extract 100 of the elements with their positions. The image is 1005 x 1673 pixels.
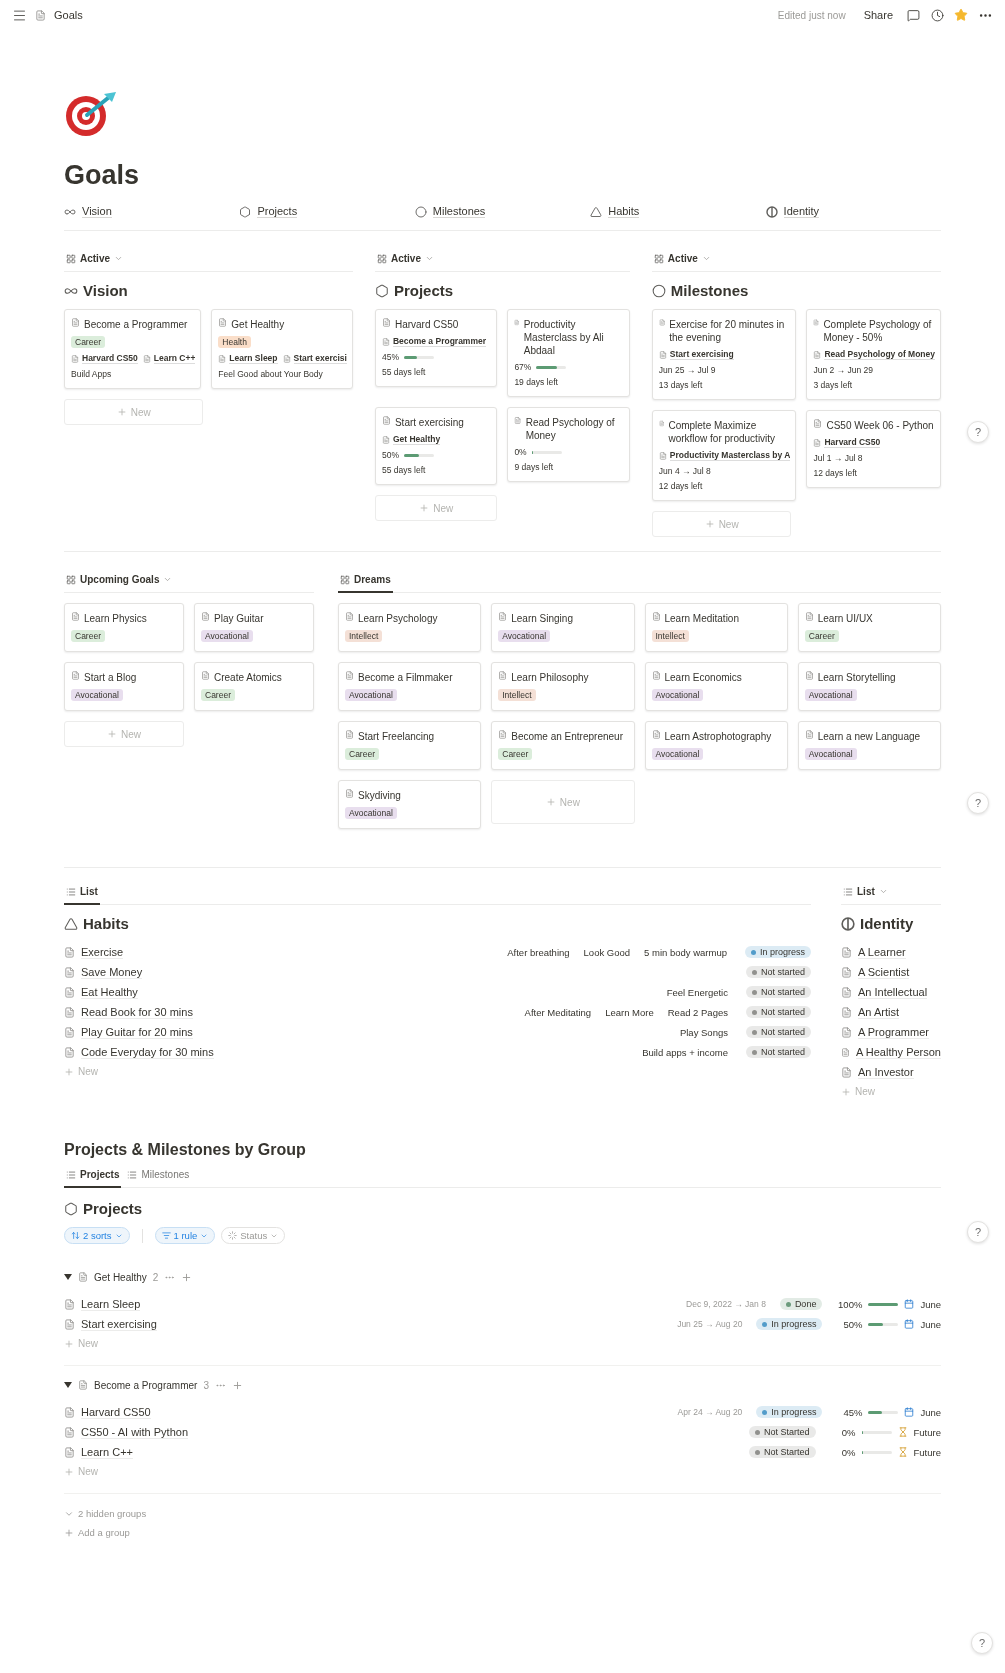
view-tab[interactable]: Active (64, 253, 125, 272)
toggle-icon[interactable] (64, 1273, 72, 1281)
date-range: Apr 24 → Aug 20 (677, 1407, 743, 1417)
board-card[interactable]: CS50 Week 06 - Python Harvard CS50 Jul 1 → Jul 8 12 days left (806, 410, 941, 488)
board-card[interactable]: Play Guitar Avocational (194, 603, 314, 652)
help-button[interactable]: ? (967, 792, 989, 814)
board-card[interactable]: Complete Psychology of Money - 50% Read Psychology of Money Jun 2 → Jun 29 3 days left (806, 309, 941, 400)
board-card[interactable]: Become a Programmer Career Harvard CS50 Learn C++ Build Apps (64, 309, 202, 389)
nav-link[interactable]: Habits (608, 205, 640, 218)
comment-icon[interactable] (906, 8, 920, 22)
category-tag: Career (498, 748, 533, 760)
relation-link[interactable]: Harvard CS50 (824, 437, 881, 448)
filter-chip[interactable]: 1 rule (154, 1227, 216, 1244)
board-card[interactable]: Learn Singing Avocational (491, 603, 635, 652)
relation-link[interactable]: Get Healthy (392, 434, 441, 445)
clock-icon[interactable] (930, 8, 944, 22)
help-button[interactable]: ? (967, 1221, 989, 1243)
board-card[interactable]: Learn Economics Avocational (644, 662, 788, 711)
board-card[interactable]: Learn Physics Career (64, 603, 184, 652)
relation-link[interactable]: Start exercisi (293, 353, 347, 364)
relation-link[interactable]: Become a Programmer (392, 336, 486, 347)
view-tab[interactable]: Projects (64, 1169, 122, 1188)
habit-name[interactable]: Exercise (81, 945, 124, 959)
category-tag: Career (71, 336, 105, 348)
identity-name[interactable]: A Programmer (858, 1025, 929, 1039)
add-icon[interactable] (231, 1379, 243, 1391)
help-button[interactable]: ? (967, 421, 989, 443)
board-card[interactable]: Start Freelancing Career (338, 721, 482, 770)
board-card[interactable]: Learn a new Language Avocational (797, 721, 941, 770)
nav-link[interactable]: Milestones (432, 205, 486, 218)
board-card[interactable]: Start a Blog Avocational (64, 662, 184, 711)
filter-icon (161, 1231, 171, 1240)
relation-link[interactable]: Read Psychology of Money (824, 349, 935, 360)
project-name[interactable]: Learn C++ (81, 1445, 133, 1459)
nav-link[interactable]: Identity (783, 205, 820, 218)
plus-icon (64, 1527, 74, 1538)
board-card[interactable]: Exercise for 20 minutes in the evening Start exercising Jun 25 → Jul 9 13 days left (651, 309, 797, 400)
identity-name[interactable]: An Intellectual (858, 985, 928, 999)
view-tab[interactable]: List (64, 886, 100, 905)
star-icon[interactable] (954, 8, 968, 22)
page-icon (64, 1006, 75, 1018)
board-card[interactable]: Productivity Masterclass by Ali Abdaal 67% 19 days left (507, 309, 630, 397)
relation-link[interactable]: Start exercising (669, 349, 734, 360)
identity-name[interactable]: A Learner (858, 945, 906, 959)
relation-link[interactable]: Learn C++ (153, 353, 196, 364)
board-card[interactable]: Learn Philosophy Intellect (491, 662, 635, 711)
board-card[interactable]: Skydiving Avocational (338, 780, 482, 829)
board-card[interactable]: Learn Astrophotography Avocational (644, 721, 788, 770)
project-name[interactable]: Learn Sleep (81, 1297, 141, 1311)
board-card[interactable]: Get Healthy Health Learn Sleep Start exercisi Feel Good about Your Body (211, 309, 353, 389)
identity-name[interactable]: A Healthy Person (856, 1045, 941, 1059)
view-tab[interactable]: Upcoming Goals (64, 574, 175, 593)
project-name[interactable]: CS50 - AI with Python (81, 1425, 188, 1439)
status-badge: Not started (745, 1006, 811, 1018)
habit-name[interactable]: Save Money (81, 965, 143, 979)
page-icon (658, 350, 667, 359)
identity-name[interactable]: An Investor (858, 1065, 914, 1079)
view-tab[interactable]: Milestones (125, 1169, 192, 1188)
view-tab[interactable]: Active (651, 253, 713, 272)
page-icon (658, 318, 666, 327)
project-name[interactable]: Harvard CS50 (81, 1405, 151, 1419)
board-card[interactable]: Complete Maximize workflow for productivity Productivity Masterclass by A Jun 4 → Jul 8 12 days left (651, 410, 797, 501)
menu-icon[interactable] (12, 7, 27, 23)
board-card[interactable]: Learn Meditation Intellect (644, 603, 788, 652)
board-card[interactable]: Start exercising Get Healthy 50% 55 days left (374, 407, 498, 485)
page-icon (218, 354, 227, 363)
view-tab[interactable]: List (841, 886, 890, 905)
status-badge: Not Started (749, 1426, 816, 1438)
habit-name[interactable]: Read Book for 30 mins (81, 1005, 193, 1019)
relation-link[interactable]: Harvard CS50 (82, 353, 138, 364)
view-tab[interactable]: Active (374, 253, 436, 272)
habit-name[interactable]: Play Guitar for 20 mins (81, 1025, 193, 1039)
help-button[interactable]: ? (971, 1632, 993, 1654)
card-detail: 12 days left (813, 468, 858, 478)
identity-name[interactable]: A Scientist (858, 965, 910, 979)
view-tab[interactable]: Dreams (338, 574, 393, 593)
identity-name[interactable]: An Artist (858, 1005, 899, 1019)
add-icon[interactable] (181, 1271, 193, 1283)
category-tag: Health (218, 336, 251, 348)
board-card[interactable]: Harvard CS50 Become a Programmer 45% 55 days left (374, 309, 498, 387)
calendar-icon (904, 1407, 915, 1417)
nav-link[interactable]: Projects (257, 205, 298, 218)
habit-name[interactable]: Eat Healthy (81, 985, 138, 999)
board-card[interactable]: Learn Psychology Intellect (338, 603, 482, 652)
breadcrumb-link[interactable]: Goals (54, 9, 83, 21)
relation-link[interactable]: Productivity Masterclass by A (669, 450, 791, 461)
board-card[interactable]: Learn UI/UX Career (797, 603, 941, 652)
board-card[interactable]: Become a Filmmaker Avocational (338, 662, 482, 711)
nav-link[interactable]: Vision (82, 205, 112, 218)
toggle-icon[interactable] (64, 1381, 72, 1389)
relation-link[interactable]: Learn Sleep (229, 353, 278, 364)
card-title: Become a Filmmaker (358, 671, 453, 684)
board-card[interactable]: Become an Entrepreneur Career (491, 721, 635, 770)
board-card[interactable]: Read Psychology of Money 0% 9 days left (507, 407, 630, 482)
share-button[interactable]: Share (859, 7, 897, 23)
board-card[interactable]: Create Atomics Career (194, 662, 314, 711)
filter-chip[interactable]: 2 sorts (64, 1227, 130, 1244)
board-card[interactable]: Learn Storytelling Avocational (797, 662, 941, 711)
habit-name[interactable]: Code Everyday for 30 mins (81, 1045, 214, 1059)
project-name[interactable]: Start exercising (81, 1317, 157, 1331)
